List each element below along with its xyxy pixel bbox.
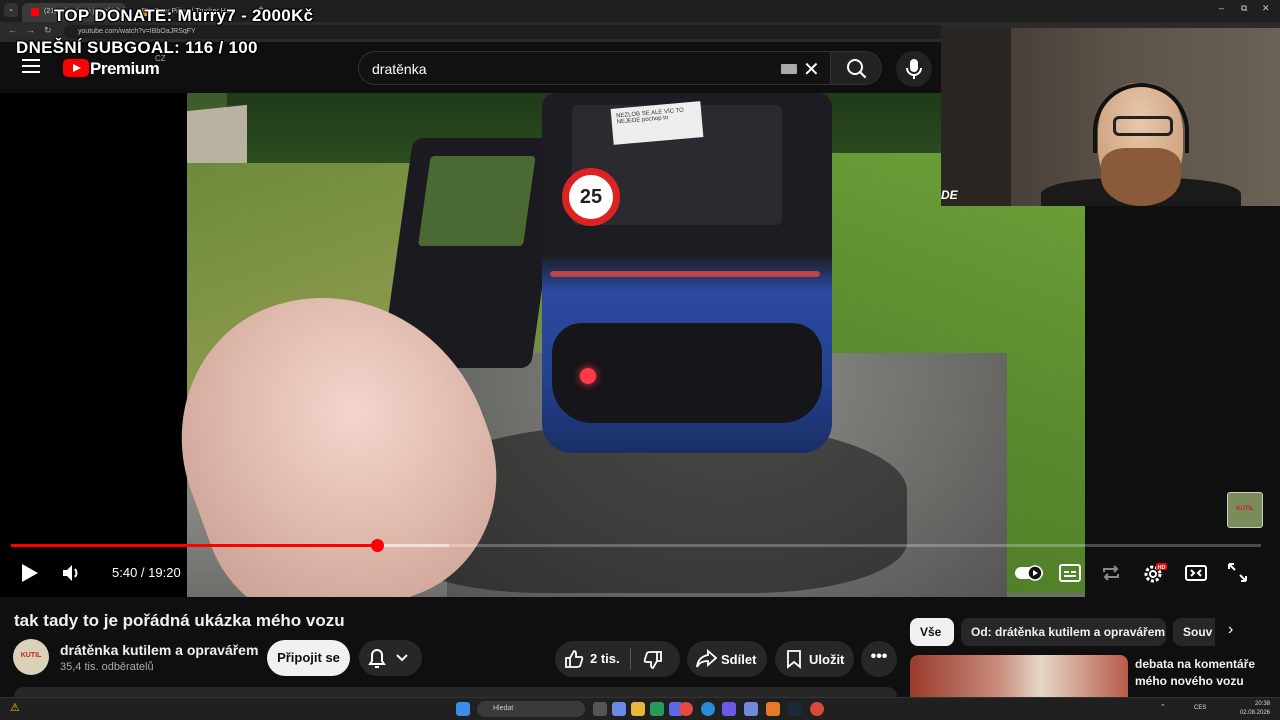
miniplayer-button[interactable] bbox=[1183, 560, 1209, 586]
miniplayer-icon bbox=[1185, 565, 1207, 581]
time-display: 5:40 / 19:20 bbox=[112, 565, 181, 580]
webcam-wall bbox=[941, 28, 1011, 206]
close-window-button[interactable]: ✕ bbox=[1262, 3, 1270, 14]
logo-text: Premium bbox=[90, 59, 160, 78]
forward-button[interactable]: → bbox=[26, 25, 35, 35]
widgets-icon[interactable] bbox=[612, 702, 626, 716]
repeat-icon bbox=[1103, 565, 1119, 581]
webcam-logo: DE bbox=[941, 188, 958, 202]
chrome-icon[interactable] bbox=[810, 702, 824, 716]
chip-from-channel[interactable]: Od: drátěnka kutilem a opravářem bbox=[961, 618, 1166, 646]
like-count[interactable]: 2 tis. bbox=[590, 651, 620, 666]
warning-icon[interactable]: ⚠ bbox=[10, 701, 20, 714]
bookmark-icon bbox=[787, 650, 801, 669]
hd-badge: HD bbox=[1158, 565, 1166, 571]
headphones-icon bbox=[1093, 83, 1189, 153]
search-input[interactable]: dratěnka ✕ bbox=[358, 51, 831, 85]
tab-search-button[interactable]: ⌄ bbox=[4, 3, 18, 17]
save-label: Uložit bbox=[809, 652, 845, 667]
back-button[interactable]: ← bbox=[8, 25, 17, 35]
thumbs-down-icon[interactable] bbox=[642, 649, 664, 671]
play-button[interactable] bbox=[16, 560, 42, 586]
join-button[interactable]: Připojit se bbox=[267, 640, 350, 676]
gear-icon: HD bbox=[1144, 563, 1167, 583]
discord-icon[interactable] bbox=[744, 702, 758, 716]
bell-icon bbox=[368, 649, 386, 668]
menu-icon[interactable] bbox=[22, 59, 40, 73]
like-divider bbox=[630, 648, 631, 670]
taskbar-search[interactable]: Hledat bbox=[477, 701, 585, 717]
subgoal-overlay: DNEŠNÍ SUBGOAL: 116 / 100 bbox=[16, 38, 258, 57]
task-view-icon[interactable] bbox=[593, 702, 607, 716]
share-icon bbox=[696, 649, 717, 668]
microphone-icon bbox=[906, 59, 922, 79]
share-button[interactable]: Sdílet bbox=[687, 641, 767, 677]
recommendation-title[interactable]: debata na komentáře mého nového vozu bbox=[1135, 656, 1275, 690]
subtitles-icon bbox=[1059, 564, 1081, 582]
file-explorer-icon[interactable] bbox=[631, 702, 645, 716]
loop-button[interactable] bbox=[1098, 560, 1124, 586]
reload-button[interactable]: ↻ bbox=[44, 25, 52, 36]
maximize-button[interactable]: ⧉ bbox=[1241, 3, 1247, 14]
steam-icon[interactable] bbox=[788, 702, 802, 716]
autoplay-toggle[interactable] bbox=[1014, 560, 1044, 586]
keyboard-icon[interactable] bbox=[781, 64, 797, 74]
clock-date: 02.08.2026 bbox=[1239, 710, 1270, 716]
fullscreen-icon bbox=[1228, 563, 1247, 582]
channel-avatar[interactable]: KUTIL bbox=[13, 639, 49, 675]
search-icon bbox=[847, 59, 867, 79]
subtitles-button[interactable] bbox=[1057, 560, 1083, 586]
channel-watermark[interactable]: KUTIL bbox=[1227, 492, 1263, 528]
progress-played bbox=[11, 544, 378, 547]
chip-all[interactable]: Vše bbox=[910, 618, 954, 646]
webcam-person-beard bbox=[1101, 148, 1181, 206]
blue-microcar: NEZLOB SE ALE VÍC TO NEJEDE pochop to 25 bbox=[542, 93, 832, 453]
play-icon bbox=[22, 564, 38, 582]
car-light-strip bbox=[550, 271, 820, 277]
thumbs-up-icon[interactable] bbox=[563, 648, 585, 670]
app-icon[interactable] bbox=[766, 702, 780, 716]
mute-button[interactable] bbox=[59, 560, 85, 586]
streamer-webcam: DE bbox=[941, 28, 1280, 206]
youtube-play-logo-icon bbox=[63, 59, 89, 77]
settings-button[interactable]: HD bbox=[1141, 560, 1167, 586]
chevron-right-icon[interactable]: › bbox=[1228, 621, 1248, 643]
top-donate-overlay: TOP DONATE: Murry7 - 2000Kč bbox=[54, 6, 314, 25]
chip-related[interactable]: Souv bbox=[1173, 618, 1215, 646]
windows-taskbar: ⚠ Hledat ⌃ CES 20:38 02.08.2026 bbox=[0, 697, 1280, 720]
taskbar-clock[interactable]: 20:38 02.08.2026 bbox=[1240, 700, 1270, 718]
search-value: dratěnka bbox=[372, 61, 427, 77]
app-icon[interactable] bbox=[722, 702, 736, 716]
notifications-button[interactable] bbox=[359, 640, 422, 676]
subscriber-count: 35,4 tis. odběratelů bbox=[60, 661, 154, 673]
more-actions-button[interactable]: ••• bbox=[861, 641, 897, 677]
minimize-button[interactable]: – bbox=[1219, 3, 1224, 13]
speed-limit-sign: 25 bbox=[562, 168, 620, 226]
fullscreen-button[interactable] bbox=[1225, 560, 1251, 586]
car-taillight bbox=[580, 368, 596, 384]
youtube-favicon-icon bbox=[31, 8, 39, 16]
app-icon[interactable] bbox=[650, 702, 664, 716]
autoplay-toggle-icon bbox=[1015, 565, 1043, 581]
like-dislike-group: 2 tis. bbox=[555, 641, 680, 677]
edge-icon[interactable] bbox=[701, 702, 715, 716]
search-button[interactable] bbox=[830, 51, 882, 85]
chrome-icon[interactable] bbox=[679, 702, 693, 716]
volume-icon bbox=[63, 565, 78, 581]
video-progress-bar[interactable] bbox=[11, 539, 1261, 552]
language-indicator[interactable]: CES bbox=[1194, 705, 1206, 711]
channel-name[interactable]: drátěnka kutilem a opravářem bbox=[60, 642, 258, 658]
windows-start-icon[interactable] bbox=[456, 702, 470, 716]
save-button[interactable]: Uložit bbox=[775, 641, 854, 677]
voice-search-button[interactable] bbox=[896, 51, 932, 87]
tray-overflow-icon[interactable]: ⌃ bbox=[1160, 703, 1166, 711]
video-player[interactable]: NEZLOB SE ALE VÍC TO NEJEDE pochop to 25 bbox=[0, 93, 1085, 597]
url-field[interactable]: youtube.com/watch?v=IBbOaJRSqFY bbox=[64, 25, 944, 39]
clear-search-icon[interactable]: ✕ bbox=[803, 57, 820, 82]
video-title: tak tady to je pořádná ukázka mého vozu bbox=[14, 611, 345, 630]
share-label: Sdílet bbox=[721, 652, 757, 667]
clock-time: 20:38 bbox=[1254, 701, 1270, 707]
chevron-down-icon bbox=[396, 654, 408, 662]
